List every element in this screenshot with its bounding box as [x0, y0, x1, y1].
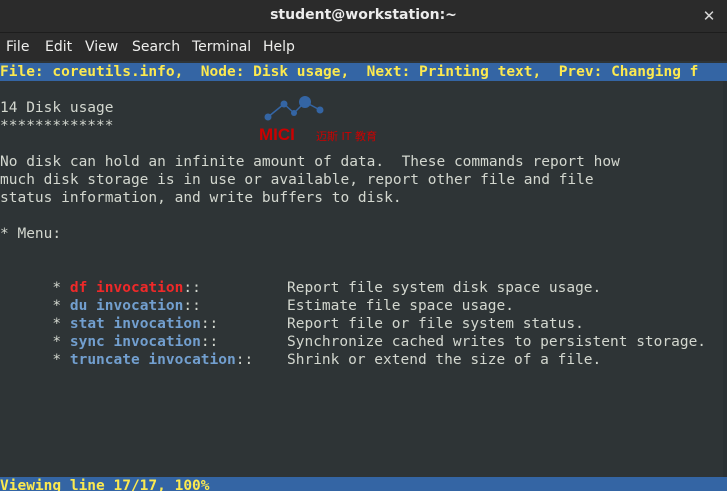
node-heading: 14 Disk usage	[0, 100, 114, 116]
paragraph-line-1: No disk can hold an infinite amount of d…	[0, 154, 620, 170]
close-icon[interactable]: ✕	[700, 7, 718, 25]
scrollbar-track[interactable]	[723, 81, 727, 477]
paragraph-line-2: much disk storage is in use or available…	[0, 172, 594, 188]
menu-search[interactable]: Search	[132, 39, 180, 55]
menu-bullet: *	[52, 352, 70, 368]
terminal-window: student@workstation:~ ✕ File Edit View S…	[0, 0, 727, 491]
menu-label: * Menu:	[0, 226, 62, 242]
menu-view[interactable]: View	[85, 39, 118, 55]
menu-entry-sync[interactable]: * sync invocation:: Synchronize cached wr…	[0, 315, 727, 350]
info-header-bar: File: coreutils.info, Node: Disk usage, …	[0, 63, 727, 81]
menu-desc-truncate: Shrink or extend the size of a file.	[287, 352, 602, 368]
watermark-logo: MICI 迈斯 IT 教育	[259, 96, 377, 143]
menu-help[interactable]: Help	[263, 39, 295, 55]
paragraph-line-3: status information, and write buffers to…	[0, 190, 402, 206]
menu-separator: ::	[235, 352, 254, 368]
menu-entry-stat[interactable]: * stat invocation:: Report file or file s…	[0, 297, 727, 332]
menu-entry-df[interactable]: * df invocation:: Report file system disk…	[0, 261, 727, 296]
menu-edit[interactable]: Edit	[45, 39, 72, 55]
menu-entry-du[interactable]: * du invocation:: Estimate file space usa…	[0, 279, 727, 314]
watermark-text-latin: MICI	[259, 125, 295, 143]
title-bar[interactable]: student@workstation:~ ✕	[0, 0, 727, 33]
menu-terminal[interactable]: Terminal	[192, 39, 251, 55]
info-status-bar: Viewing line 17/17, 100%	[0, 477, 727, 491]
menu-file[interactable]: File	[6, 39, 29, 55]
watermark-text-cn: 迈斯 IT 教育	[316, 129, 377, 143]
heading-underline: *************	[0, 118, 114, 134]
window-title: student@workstation:~	[270, 7, 457, 23]
menu-link-truncate[interactable]: truncate invocation	[70, 352, 236, 368]
menu-entry-truncate[interactable]: * truncate invocation:: Shrink or extend …	[0, 333, 727, 368]
menu-bar: File Edit View Search Terminal Help	[0, 33, 727, 61]
terminal-screen[interactable]: File: coreutils.info, Node: Disk usage, …	[0, 61, 727, 491]
